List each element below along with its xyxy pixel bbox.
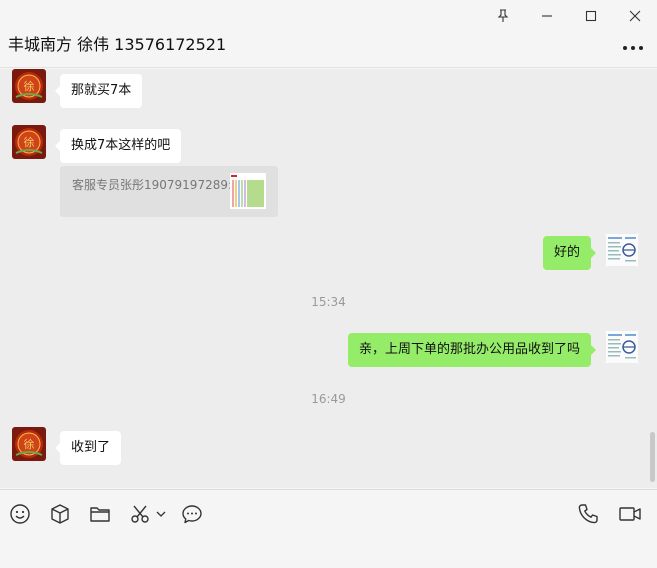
folder-icon[interactable] (88, 502, 112, 526)
scrollbar-thumb[interactable] (650, 432, 655, 482)
message-bubble[interactable]: 那就买7本 (54, 74, 143, 108)
svg-text:徐: 徐 (24, 437, 35, 451)
emoji-icon[interactable] (8, 502, 32, 526)
window-controls (481, 4, 657, 28)
message-bubble[interactable]: 收到了 (54, 431, 122, 465)
contact-avatar[interactable]: 徐 (12, 427, 46, 461)
quoted-message[interactable]: 客服专员张彤19079197289: (60, 166, 278, 217)
scissors-icon[interactable] (128, 502, 152, 526)
more-icon[interactable] (623, 44, 643, 52)
svg-text:徐: 徐 (24, 135, 35, 149)
maximize-icon[interactable] (569, 4, 613, 28)
chat-title: 丰城南方 徐伟 13576172521 (8, 35, 227, 54)
chat-history-icon[interactable] (180, 502, 204, 526)
package-icon[interactable] (48, 502, 72, 526)
pin-icon[interactable] (481, 4, 525, 28)
phone-icon[interactable] (576, 502, 600, 526)
input-toolbar (0, 489, 657, 537)
my-avatar[interactable] (605, 233, 639, 267)
svg-text:徐: 徐 (24, 79, 35, 93)
contact-avatar[interactable]: 徐 (12, 69, 46, 103)
my-avatar[interactable] (605, 330, 639, 364)
message-input[interactable] (0, 537, 657, 568)
message-bubble[interactable]: 好的 (542, 236, 597, 270)
video-icon[interactable] (616, 502, 644, 526)
timestamp: 16:49 (311, 392, 346, 406)
chevron-down-icon[interactable] (154, 502, 168, 526)
message-bubble[interactable]: 换成7本这样的吧 (54, 129, 182, 163)
timestamp: 15:34 (311, 295, 346, 309)
message-list[interactable]: 徐 那就买7本 徐 换成7本这样的吧 客服专员张彤19079197289: 好的… (0, 69, 657, 488)
close-icon[interactable] (613, 4, 657, 28)
message-bubble[interactable]: 亲，上周下单的那批办公用品收到了吗 (347, 333, 597, 367)
quote-text: 客服专员张彤19079197289: (72, 178, 233, 192)
contact-avatar[interactable]: 徐 (12, 125, 46, 159)
minimize-icon[interactable] (525, 4, 569, 28)
quote-image-thumbnail[interactable] (230, 173, 266, 209)
